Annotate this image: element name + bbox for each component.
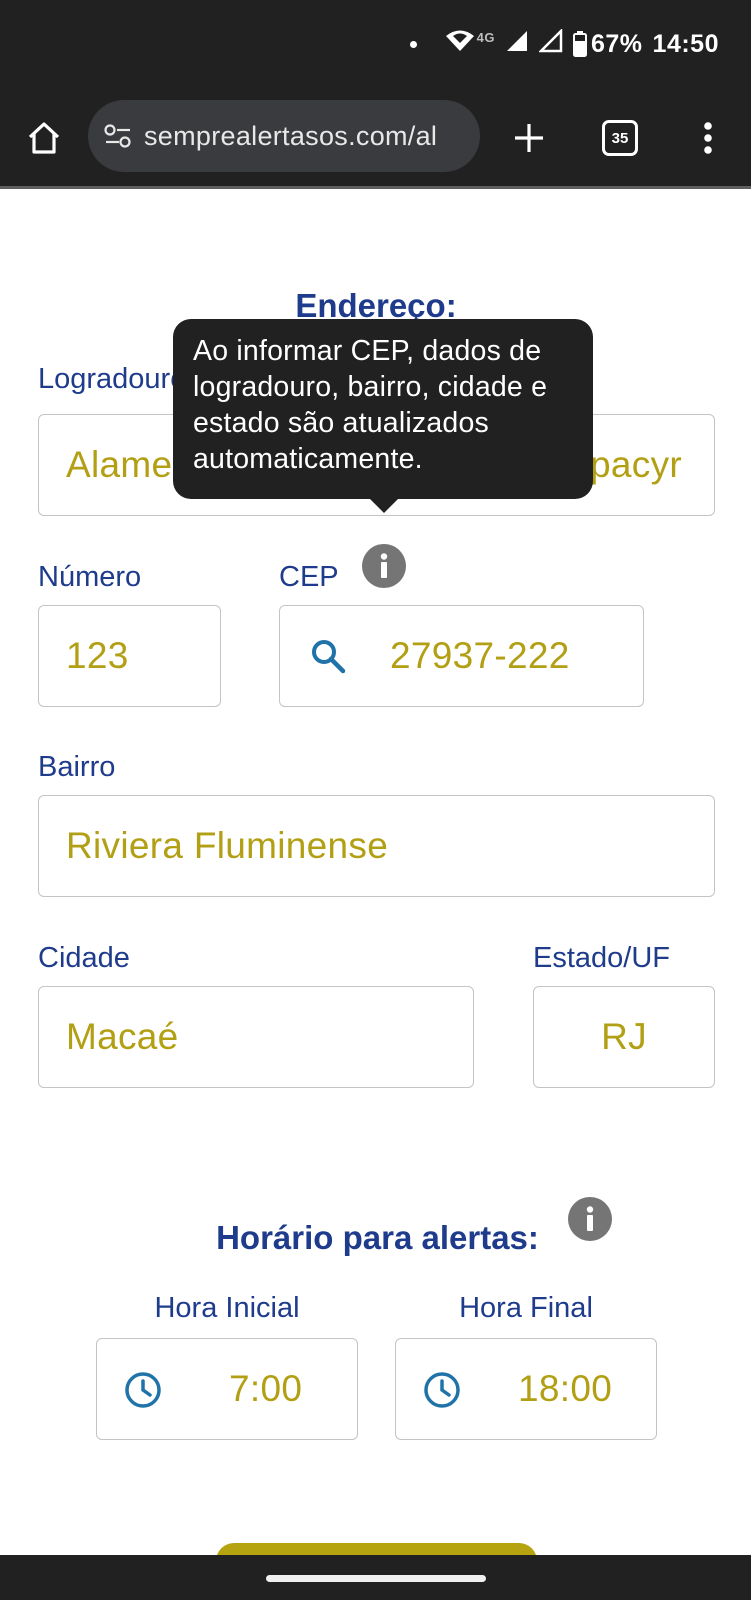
alerts-section-title: Horário para alertas: xyxy=(216,1219,539,1256)
battery: 67% xyxy=(573,30,643,59)
cep-info-icon[interactable] xyxy=(362,544,406,588)
estado-value: RJ xyxy=(601,1016,647,1057)
battery-percent: 67% xyxy=(591,29,643,58)
bairro-label: Bairro xyxy=(38,751,116,783)
url-text: semprealertasos.com/al xyxy=(144,120,438,151)
network-type: 4G xyxy=(476,29,495,45)
status-bar: 4G 67% 14:50 xyxy=(0,0,751,90)
new-tab-icon[interactable] xyxy=(505,114,553,162)
tooltip-arrow xyxy=(368,497,400,513)
battery-icon xyxy=(573,31,587,57)
cidade-field[interactable]: Macaé xyxy=(38,986,474,1088)
clock-icon xyxy=(423,1371,461,1409)
home-gesture-handle[interactable] xyxy=(266,1575,486,1582)
estado-label: Estado/UF xyxy=(533,942,670,974)
navigation-bar xyxy=(0,1555,751,1600)
hora-final-field[interactable]: 18:00 xyxy=(395,1338,657,1440)
search-icon[interactable] xyxy=(310,638,346,674)
signal-icon xyxy=(505,29,529,60)
browser-toolbar: semprealertasos.com/al 35 xyxy=(0,90,751,189)
cidade-label: Cidade xyxy=(38,942,130,974)
logradouro-label: Logradouro xyxy=(38,363,178,395)
more-menu-icon[interactable] xyxy=(684,114,732,162)
numero-field[interactable]: 123 xyxy=(38,605,221,707)
signal-icon-2 xyxy=(537,27,563,60)
hora-final-label: Hora Final xyxy=(459,1292,593,1324)
hora-inicial-value: 7:00 xyxy=(229,1368,303,1409)
cep-label: CEP xyxy=(279,561,339,593)
clock-icon xyxy=(124,1371,162,1409)
status-icons: 4G 67% 14:50 xyxy=(409,26,719,62)
tab-switcher-icon[interactable]: 35 xyxy=(596,114,644,162)
logradouro-value-end: pacyr xyxy=(590,444,682,485)
clock-time: 14:50 xyxy=(652,29,719,58)
bairro-value: Riviera Fluminense xyxy=(66,825,389,866)
site-settings-icon[interactable] xyxy=(104,124,132,148)
cep-value: 27937-222 xyxy=(390,635,570,676)
alerts-info-icon[interactable] xyxy=(568,1197,612,1241)
hora-inicial-field[interactable]: 7:00 xyxy=(96,1338,358,1440)
numero-label: Número xyxy=(38,561,142,593)
submit-button[interactable] xyxy=(216,1543,537,1555)
hora-final-value: 18:00 xyxy=(518,1368,613,1409)
page-content: Endereço: Logradouro Alame pacyr Número … xyxy=(0,189,751,1555)
tab-count: 35 xyxy=(602,120,638,156)
estado-field[interactable]: RJ xyxy=(533,986,715,1088)
cep-field[interactable]: 27937-222 xyxy=(279,605,644,707)
hora-inicial-label: Hora Inicial xyxy=(154,1292,300,1324)
address-section-title: Endereço: xyxy=(295,287,457,323)
cidade-value: Macaé xyxy=(66,1016,179,1057)
bairro-field[interactable]: Riviera Fluminense xyxy=(38,795,715,897)
url-bar[interactable]: semprealertasos.com/al xyxy=(88,100,480,172)
cep-tooltip: Ao informar CEP, dados de logradouro, ba… xyxy=(173,319,593,499)
notification-dot xyxy=(409,40,417,48)
numero-value: 123 xyxy=(66,635,129,676)
home-icon[interactable] xyxy=(20,114,68,162)
wifi-icon xyxy=(445,29,475,60)
logradouro-value-start: Alame xyxy=(66,444,173,485)
